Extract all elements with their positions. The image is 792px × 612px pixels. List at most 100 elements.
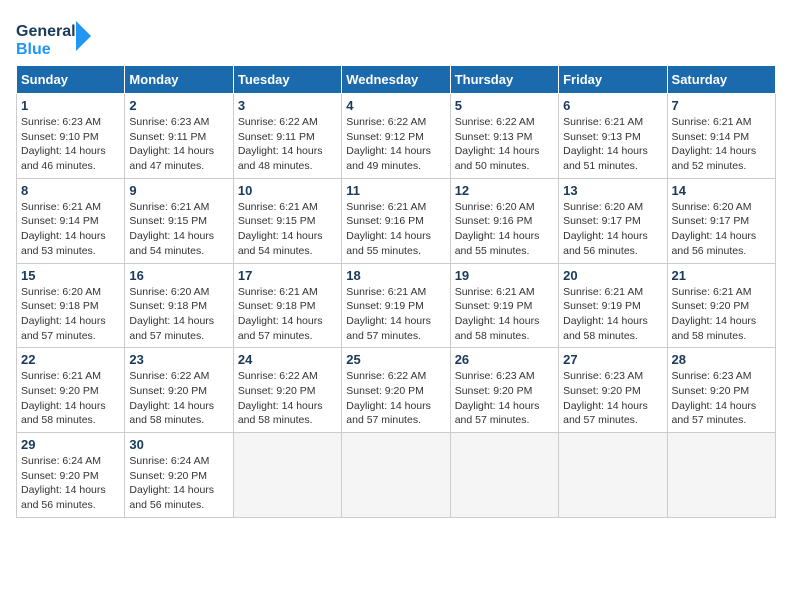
calendar-day-cell: 12 Sunrise: 6:20 AMSunset: 9:16 PMDayligh… bbox=[450, 178, 558, 263]
day-number: 30 bbox=[129, 437, 228, 452]
day-number: 11 bbox=[346, 183, 445, 198]
day-number: 16 bbox=[129, 268, 228, 283]
calendar-header-row: SundayMondayTuesdayWednesdayThursdayFrid… bbox=[17, 66, 776, 94]
calendar-day-cell bbox=[450, 433, 558, 518]
day-number: 23 bbox=[129, 352, 228, 367]
calendar-day-cell: 11 Sunrise: 6:21 AMSunset: 9:16 PMDayligh… bbox=[342, 178, 450, 263]
weekday-header: Saturday bbox=[667, 66, 775, 94]
day-info: Sunrise: 6:21 AMSunset: 9:13 PMDaylight:… bbox=[563, 115, 662, 174]
calendar-day-cell: 5Sunrise: 6:22 AMSunset: 9:13 PMDaylight… bbox=[450, 94, 558, 179]
day-info: Sunrise: 6:21 AMSunset: 9:19 PMDaylight:… bbox=[455, 285, 554, 344]
weekday-header: Sunday bbox=[17, 66, 125, 94]
day-info: Sunrise: 6:21 AMSunset: 9:14 PMDaylight:… bbox=[672, 115, 771, 174]
day-info: Sunrise: 6:21 AMSunset: 9:20 PMDaylight:… bbox=[21, 369, 120, 428]
day-number: 26 bbox=[455, 352, 554, 367]
day-info: Sunrise: 6:24 AMSunset: 9:20 PMDaylight:… bbox=[129, 454, 228, 513]
calendar-day-cell: 20 Sunrise: 6:21 AMSunset: 9:19 PMDayligh… bbox=[559, 263, 667, 348]
calendar-day-cell: 3 Sunrise: 6:22 AMSunset: 9:11 PMDaylight… bbox=[233, 94, 341, 179]
day-info: Sunrise: 6:21 AMSunset: 9:20 PMDaylight:… bbox=[672, 285, 771, 344]
calendar-day-cell: 8 Sunrise: 6:21 AMSunset: 9:14 PMDaylight… bbox=[17, 178, 125, 263]
day-number: 18 bbox=[346, 268, 445, 283]
day-number: 8 bbox=[21, 183, 120, 198]
day-number: 29 bbox=[21, 437, 120, 452]
day-info: Sunrise: 6:21 AMSunset: 9:16 PMDaylight:… bbox=[346, 200, 445, 259]
day-number: 12 bbox=[455, 183, 554, 198]
weekday-header: Wednesday bbox=[342, 66, 450, 94]
day-number: 13 bbox=[563, 183, 662, 198]
day-info: Sunrise: 6:22 AMSunset: 9:12 PMDaylight:… bbox=[346, 115, 445, 174]
logo: GeneralBlue bbox=[16, 16, 96, 61]
day-number: 14 bbox=[672, 183, 771, 198]
day-number: 2 bbox=[129, 98, 228, 113]
day-number: 19 bbox=[455, 268, 554, 283]
svg-text:Blue: Blue bbox=[16, 41, 51, 58]
calendar-day-cell: 15Sunrise: 6:20 AMSunset: 9:18 PMDayligh… bbox=[17, 263, 125, 348]
calendar-day-cell: 28 Sunrise: 6:23 AMSunset: 9:20 PMDayligh… bbox=[667, 348, 775, 433]
day-info: Sunrise: 6:21 AMSunset: 9:18 PMDaylight:… bbox=[238, 285, 337, 344]
calendar-week-row: 22 Sunrise: 6:21 AMSunset: 9:20 PMDayligh… bbox=[17, 348, 776, 433]
day-info: Sunrise: 6:23 AMSunset: 9:20 PMDaylight:… bbox=[672, 369, 771, 428]
calendar-day-cell: 16 Sunrise: 6:20 AMSunset: 9:18 PMDayligh… bbox=[125, 263, 233, 348]
day-number: 7 bbox=[672, 98, 771, 113]
day-number: 20 bbox=[563, 268, 662, 283]
day-number: 21 bbox=[672, 268, 771, 283]
calendar-day-cell: 14 Sunrise: 6:20 AMSunset: 9:17 PMDayligh… bbox=[667, 178, 775, 263]
calendar-day-cell: 25 Sunrise: 6:22 AMSunset: 9:20 PMDayligh… bbox=[342, 348, 450, 433]
calendar-day-cell: 9 Sunrise: 6:21 AMSunset: 9:15 PMDaylight… bbox=[125, 178, 233, 263]
day-info: Sunrise: 6:23 AMSunset: 9:11 PMDaylight:… bbox=[129, 115, 228, 174]
calendar-day-cell: 18 Sunrise: 6:21 AMSunset: 9:19 PMDayligh… bbox=[342, 263, 450, 348]
day-number: 4 bbox=[346, 98, 445, 113]
calendar-day-cell: 29 Sunrise: 6:24 AMSunset: 9:20 PMDayligh… bbox=[17, 433, 125, 518]
calendar-day-cell: 26 Sunrise: 6:23 AMSunset: 9:20 PMDayligh… bbox=[450, 348, 558, 433]
calendar-day-cell: 13 Sunrise: 6:20 AMSunset: 9:17 PMDayligh… bbox=[559, 178, 667, 263]
day-info: Sunrise: 6:20 AMSunset: 9:18 PMDaylight:… bbox=[129, 285, 228, 344]
calendar-day-cell: 7 Sunrise: 6:21 AMSunset: 9:14 PMDaylight… bbox=[667, 94, 775, 179]
calendar-day-cell: 30 Sunrise: 6:24 AMSunset: 9:20 PMDayligh… bbox=[125, 433, 233, 518]
day-number: 1 bbox=[21, 98, 120, 113]
day-info: Sunrise: 6:20 AMSunset: 9:16 PMDaylight:… bbox=[455, 200, 554, 259]
day-info: Sunrise: 6:21 AMSunset: 9:19 PMDaylight:… bbox=[563, 285, 662, 344]
calendar-week-row: 15Sunrise: 6:20 AMSunset: 9:18 PMDayligh… bbox=[17, 263, 776, 348]
day-info: Sunrise: 6:21 AMSunset: 9:19 PMDaylight:… bbox=[346, 285, 445, 344]
day-info: Sunrise: 6:21 AMSunset: 9:14 PMDaylight:… bbox=[21, 200, 120, 259]
calendar-day-cell bbox=[233, 433, 341, 518]
day-number: 10 bbox=[238, 183, 337, 198]
day-info: Sunrise: 6:20 AMSunset: 9:17 PMDaylight:… bbox=[672, 200, 771, 259]
calendar-day-cell bbox=[667, 433, 775, 518]
day-info: Sunrise: 6:22 AMSunset: 9:11 PMDaylight:… bbox=[238, 115, 337, 174]
day-info: Sunrise: 6:24 AMSunset: 9:20 PMDaylight:… bbox=[21, 454, 120, 513]
day-number: 22 bbox=[21, 352, 120, 367]
day-info: Sunrise: 6:23 AMSunset: 9:20 PMDaylight:… bbox=[455, 369, 554, 428]
calendar-day-cell: 6 Sunrise: 6:21 AMSunset: 9:13 PMDaylight… bbox=[559, 94, 667, 179]
day-info: Sunrise: 6:22 AMSunset: 9:20 PMDaylight:… bbox=[346, 369, 445, 428]
day-number: 27 bbox=[563, 352, 662, 367]
day-number: 25 bbox=[346, 352, 445, 367]
calendar-day-cell: 22 Sunrise: 6:21 AMSunset: 9:20 PMDayligh… bbox=[17, 348, 125, 433]
day-info: Sunrise: 6:22 AMSunset: 9:13 PMDaylight:… bbox=[455, 115, 554, 174]
calendar-table: SundayMondayTuesdayWednesdayThursdayFrid… bbox=[16, 65, 776, 518]
calendar-day-cell: 1 Sunrise: 6:23 AMSunset: 9:10 PMDaylight… bbox=[17, 94, 125, 179]
calendar-day-cell: 2 Sunrise: 6:23 AMSunset: 9:11 PMDaylight… bbox=[125, 94, 233, 179]
day-number: 9 bbox=[129, 183, 228, 198]
day-number: 17 bbox=[238, 268, 337, 283]
day-info: Sunrise: 6:21 AMSunset: 9:15 PMDaylight:… bbox=[129, 200, 228, 259]
day-number: 28 bbox=[672, 352, 771, 367]
weekday-header: Monday bbox=[125, 66, 233, 94]
calendar-week-row: 1 Sunrise: 6:23 AMSunset: 9:10 PMDaylight… bbox=[17, 94, 776, 179]
day-info: Sunrise: 6:23 AMSunset: 9:10 PMDaylight:… bbox=[21, 115, 120, 174]
calendar-week-row: 8 Sunrise: 6:21 AMSunset: 9:14 PMDaylight… bbox=[17, 178, 776, 263]
day-info: Sunrise: 6:22 AMSunset: 9:20 PMDaylight:… bbox=[129, 369, 228, 428]
weekday-header: Friday bbox=[559, 66, 667, 94]
calendar-day-cell: 27Sunrise: 6:23 AMSunset: 9:20 PMDayligh… bbox=[559, 348, 667, 433]
svg-text:General: General bbox=[16, 23, 76, 40]
calendar-day-cell: 23 Sunrise: 6:22 AMSunset: 9:20 PMDayligh… bbox=[125, 348, 233, 433]
day-info: Sunrise: 6:22 AMSunset: 9:20 PMDaylight:… bbox=[238, 369, 337, 428]
day-number: 3 bbox=[238, 98, 337, 113]
header: GeneralBlue bbox=[16, 16, 776, 61]
day-info: Sunrise: 6:20 AMSunset: 9:17 PMDaylight:… bbox=[563, 200, 662, 259]
calendar-day-cell bbox=[559, 433, 667, 518]
calendar-day-cell: 10Sunrise: 6:21 AMSunset: 9:15 PMDayligh… bbox=[233, 178, 341, 263]
day-info: Sunrise: 6:20 AMSunset: 9:18 PMDaylight:… bbox=[21, 285, 120, 344]
day-number: 6 bbox=[563, 98, 662, 113]
logo-svg: GeneralBlue bbox=[16, 16, 96, 61]
